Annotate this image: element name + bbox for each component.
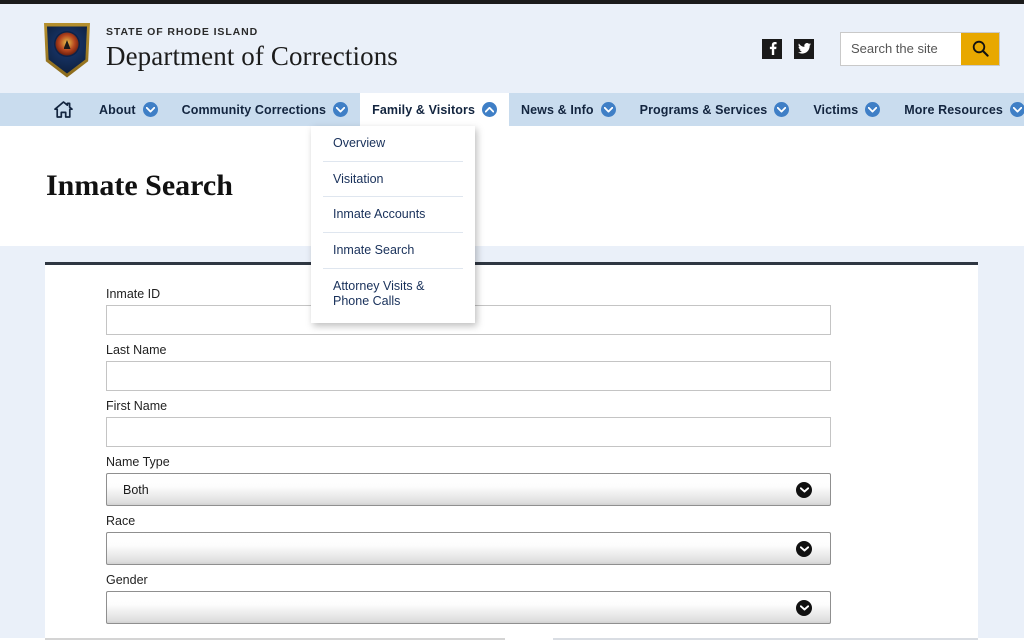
nav-item-label: Family & Visitors (372, 102, 475, 117)
search-button[interactable] (961, 32, 999, 65)
race-select[interactable] (106, 532, 831, 565)
chevron-up-icon[interactable] (482, 102, 497, 117)
chevron-down-icon[interactable] (796, 599, 812, 616)
home-icon (54, 101, 73, 118)
nav-item-label: Victims (813, 102, 859, 117)
menu-item-visitation[interactable]: Visitation (323, 162, 463, 198)
sidebar-item-home[interactable] (44, 93, 87, 126)
brand-eyebrow: STATE OF RHODE ISLAND (106, 26, 259, 39)
chevron-down-icon[interactable] (796, 481, 812, 498)
chevron-down-icon[interactable] (796, 540, 812, 557)
menu-item-inmate-accounts[interactable]: Inmate Accounts (323, 197, 463, 233)
chevron-down-icon[interactable] (1009, 102, 1024, 117)
rhode-island-doc-seal-icon (44, 20, 90, 78)
brand-title: Department of Corrections (106, 40, 398, 71)
site-header: STATE OF RHODE ISLAND Department of Corr… (0, 4, 1024, 93)
chevron-down-icon[interactable] (865, 102, 881, 117)
nav-item-news-info[interactable]: News & Info (509, 93, 628, 126)
gender-select[interactable] (106, 591, 831, 624)
inmate-search-form-card: Inmate ID Last Name First Name Name Type… (45, 262, 978, 640)
gender-label: Gender (106, 573, 148, 587)
inmate-id-label: Inmate ID (106, 287, 161, 301)
nav-item-family-visitors[interactable]: Family & Visitors (360, 93, 509, 126)
menu-item-overview[interactable]: Overview (323, 126, 463, 162)
inmate-search-form: Inmate ID Last Name First Name Name Type… (45, 287, 978, 624)
twitter-icon[interactable] (794, 38, 814, 59)
last-name-field[interactable] (106, 361, 831, 391)
field-race: Race (106, 514, 978, 565)
family-visitors-dropdown-menu: Overview Visitation Inmate Accounts Inma… (311, 126, 475, 323)
page-title: Inmate Search (46, 169, 233, 202)
nav-item-label: Programs & Services (639, 102, 768, 117)
nav-item-label: More Resources (904, 102, 1003, 117)
chevron-down-icon[interactable] (142, 102, 158, 117)
field-name-type: Name Type Both (106, 455, 978, 506)
site-brand[interactable]: STATE OF RHODE ISLAND Department of Corr… (44, 20, 398, 78)
chevron-down-icon[interactable] (600, 102, 616, 117)
content-area: Inmate ID Last Name First Name Name Type… (0, 246, 1024, 640)
nav-item-community-corrections[interactable]: Community Corrections (170, 93, 360, 126)
search-icon (972, 40, 989, 57)
facebook-icon[interactable] (762, 38, 782, 59)
nav-item-victims[interactable]: Victims (801, 93, 892, 126)
header-utilities (762, 31, 1000, 66)
field-first-name: First Name (106, 399, 978, 447)
chevron-down-icon[interactable] (333, 102, 349, 117)
field-inmate-id: Inmate ID (106, 287, 978, 335)
nav-item-label: News & Info (521, 102, 594, 117)
nav-item-label: About (99, 102, 136, 117)
nav-item-label: Community Corrections (181, 102, 327, 117)
field-gender: Gender (106, 573, 978, 624)
nav-item-programs-services[interactable]: Programs & Services (628, 93, 802, 126)
race-label: Race (106, 514, 136, 528)
last-name-label: Last Name (106, 343, 167, 357)
name-type-value: Both (123, 482, 149, 497)
chevron-down-icon[interactable] (774, 102, 790, 117)
nav-item-more-resources[interactable]: More Resources (892, 93, 1024, 126)
first-name-label: First Name (106, 399, 168, 413)
field-last-name: Last Name (106, 343, 978, 391)
page-title-band: Inmate Search (0, 126, 1024, 246)
nav-item-about[interactable]: About (87, 93, 170, 126)
primary-navigation: About Community Corrections Family & Vis… (0, 93, 1024, 323)
site-search[interactable] (840, 31, 1000, 66)
search-input[interactable] (841, 32, 961, 65)
first-name-field[interactable] (106, 417, 831, 447)
menu-item-inmate-search[interactable]: Inmate Search (323, 233, 463, 269)
name-type-label: Name Type (106, 455, 170, 469)
menu-item-attorney-visits-phone-calls[interactable]: Attorney Visits & Phone Calls (323, 269, 463, 323)
name-type-select[interactable]: Both (106, 473, 831, 506)
